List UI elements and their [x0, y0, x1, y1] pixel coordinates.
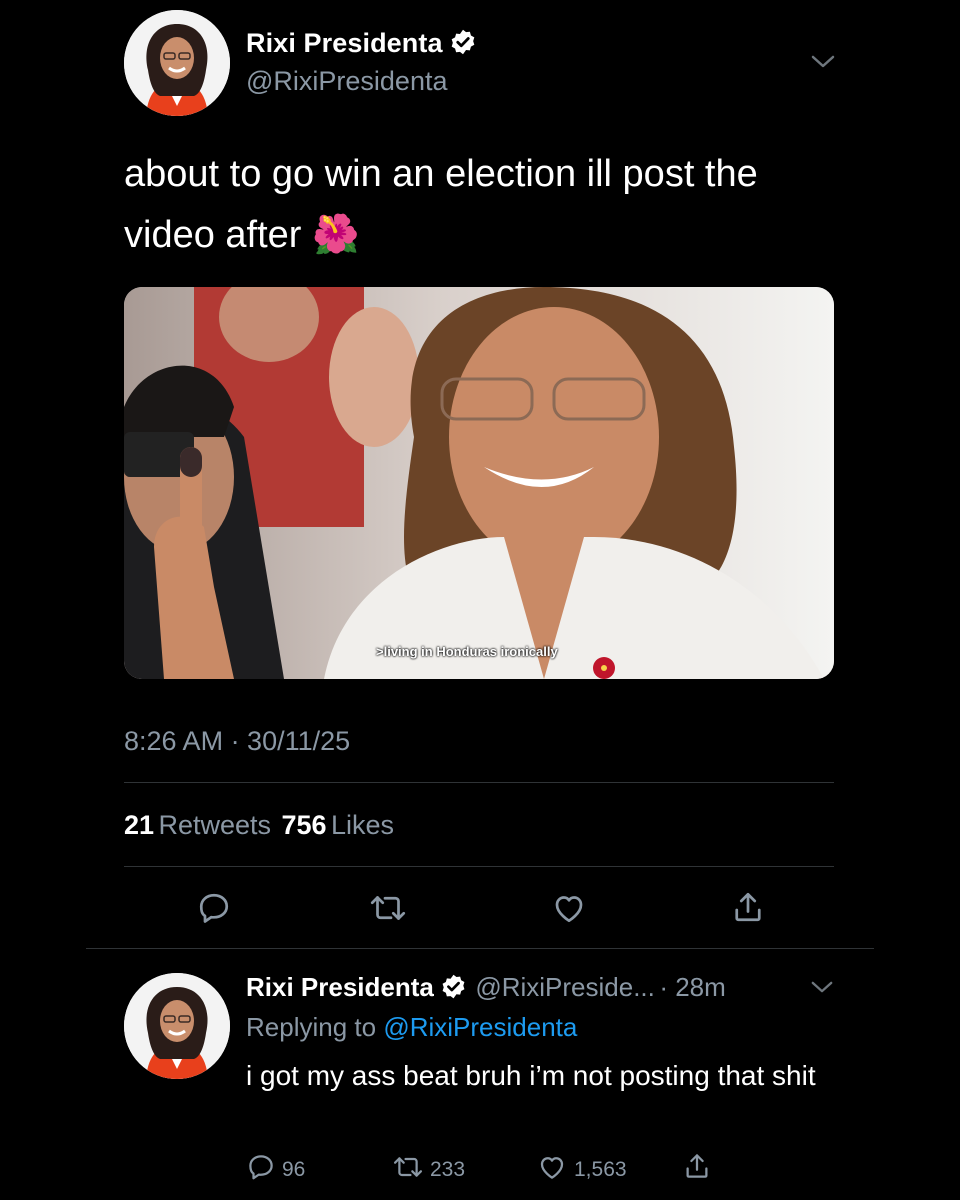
retweet-icon: [392, 1152, 424, 1187]
reply-reply-button[interactable]: 96: [246, 1152, 305, 1187]
likes-count[interactable]: 756: [282, 810, 327, 840]
retweet-icon[interactable]: [368, 890, 408, 926]
tweet-image[interactable]: [124, 287, 834, 679]
retweet-count: 233: [430, 1157, 466, 1181]
like-count: 1,563: [574, 1157, 627, 1181]
retweets-label[interactable]: Retweets: [159, 810, 272, 840]
reply-time[interactable]: · 28m: [659, 972, 725, 1002]
display-name-text: Rixi Presidenta: [246, 28, 443, 58]
reply-header: Rixi Presidenta @RixiPreside... · 28m: [246, 972, 726, 1005]
reply-count: 96: [282, 1157, 306, 1181]
tweet-timestamp[interactable]: 8:26 AM · 30/11/25: [124, 726, 350, 757]
hibiscus-emoji-icon: 🌺: [312, 212, 360, 256]
divider: [86, 948, 874, 949]
chevron-down-icon[interactable]: [810, 980, 834, 1000]
tweet-display-name[interactable]: Rixi Presidenta: [246, 28, 477, 63]
retweets-count[interactable]: 21: [124, 810, 154, 840]
tweet-text-body: about to go win an election ill post the…: [124, 153, 758, 256]
verified-badge-icon: [449, 28, 477, 63]
reply-avatar[interactable]: [124, 973, 230, 1079]
tweet-stats: 21 Retweets 756 Likes: [124, 810, 394, 841]
replying-prefix: Replying to: [246, 1012, 377, 1042]
reply-retweet-button[interactable]: 233: [392, 1152, 465, 1187]
chevron-down-icon[interactable]: [810, 54, 836, 75]
reply-display-name[interactable]: Rixi Presidenta: [246, 972, 434, 1002]
avatar[interactable]: [124, 10, 230, 116]
reply-like-button[interactable]: 1,563: [536, 1152, 627, 1187]
replying-mention-link[interactable]: @RixiPresidenta: [383, 1012, 577, 1042]
reply-icon: [246, 1152, 276, 1187]
share-icon: [682, 1150, 712, 1187]
reply-text: i got my ass beat bruh i’m not posting t…: [246, 1060, 816, 1091]
like-icon: [536, 1152, 568, 1187]
reply-handle[interactable]: @RixiPreside...: [475, 972, 655, 1002]
likes-label[interactable]: Likes: [331, 810, 394, 840]
like-icon[interactable]: [550, 890, 588, 926]
reply-share-button[interactable]: [682, 1150, 712, 1187]
share-icon[interactable]: [730, 888, 766, 926]
divider: [124, 782, 834, 783]
tweet-handle[interactable]: @RixiPresidenta: [246, 66, 448, 97]
reply-icon[interactable]: [196, 890, 232, 926]
image-caption: >living in Honduras ironically: [376, 644, 558, 659]
replying-to: Replying to @RixiPresidenta: [246, 1012, 577, 1043]
verified-badge-icon: [440, 973, 467, 1005]
tweet-text: about to go win an election ill post the…: [124, 144, 864, 265]
divider: [124, 866, 834, 867]
